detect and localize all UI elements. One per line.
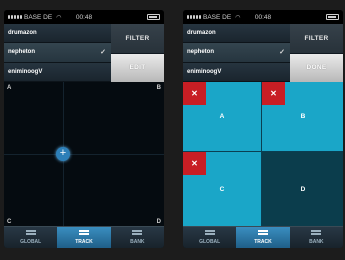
header-buttons: FILTER EDIT — [111, 24, 164, 82]
corner-label-c: C — [7, 219, 12, 225]
pad-c[interactable]: ✕ C — [183, 152, 261, 227]
checkmark-icon: ✓ — [100, 49, 106, 57]
edit-button[interactable]: EDIT — [111, 53, 164, 82]
preset-item-eniminoogv[interactable]: eniminoogV — [183, 62, 290, 82]
delete-pad-icon[interactable]: ✕ — [262, 82, 285, 105]
phone-screen-edit-pads: BASE DE ◠ 00:48 drumazon nepheton ✓ enim… — [183, 10, 343, 248]
preset-item-label: nepheton — [8, 49, 35, 56]
preset-item-nepheton[interactable]: nepheton ✓ — [183, 43, 290, 63]
track-tab-icon — [78, 230, 89, 238]
preset-item-eniminoogv[interactable]: eniminoogV — [4, 62, 111, 82]
global-tab-icon — [25, 230, 36, 238]
bank-tab-icon — [132, 230, 143, 238]
tab-label: GLOBAL — [20, 239, 42, 245]
pad-b[interactable]: ✕ B — [262, 82, 343, 151]
bank-tab-icon — [311, 230, 322, 238]
battery-icon — [147, 14, 160, 20]
xy-pad[interactable]: A B C D + — [4, 82, 164, 226]
xy-cursor-plus-icon[interactable]: + — [56, 147, 70, 161]
tab-track[interactable]: TRACK — [236, 227, 290, 248]
preset-list: drumazon nepheton ✓ eniminoogV — [4, 24, 111, 82]
tab-global[interactable]: GLOBAL — [4, 227, 57, 248]
pad-label: B — [300, 113, 306, 120]
tab-bank[interactable]: BANK — [111, 227, 164, 248]
pad-label: C — [219, 186, 225, 193]
pad-a[interactable]: ✕ A — [183, 82, 261, 151]
filter-button[interactable]: FILTER — [111, 24, 164, 54]
preset-item-drumazon[interactable]: drumazon — [4, 24, 111, 44]
corner-label-d: D — [156, 219, 161, 225]
done-button[interactable]: DONE — [290, 53, 343, 82]
status-bar: BASE DE ◠ 00:48 — [4, 10, 164, 24]
tab-global[interactable]: GLOBAL — [183, 227, 236, 248]
global-tab-icon — [204, 230, 215, 238]
track-tab-icon — [257, 230, 268, 238]
preset-header: drumazon nepheton ✓ eniminoogV FILTER DO… — [183, 24, 343, 82]
preset-item-drumazon[interactable]: drumazon — [183, 24, 290, 44]
xy-pad-horizontal-axis — [4, 154, 164, 155]
tab-bar: GLOBAL TRACK BANK — [4, 226, 164, 248]
preset-header: drumazon nepheton ✓ eniminoogV FILTER ED… — [4, 24, 164, 82]
tab-track[interactable]: TRACK — [57, 227, 111, 248]
preset-item-nepheton[interactable]: nepheton ✓ — [4, 43, 111, 63]
phone-screen-xy-pad: BASE DE ◠ 00:48 drumazon nepheton ✓ enim… — [4, 10, 164, 248]
delete-pad-icon[interactable]: ✕ — [183, 152, 206, 175]
header-buttons: FILTER DONE — [290, 24, 343, 82]
tab-label: GLOBAL — [199, 239, 221, 245]
filter-button[interactable]: FILTER — [290, 24, 343, 54]
checkmark-icon: ✓ — [279, 49, 285, 57]
tab-label: TRACK — [75, 239, 93, 245]
tab-label: BANK — [309, 239, 324, 245]
status-bar: BASE DE ◠ 00:48 — [183, 10, 343, 24]
battery-icon — [326, 14, 339, 20]
pad-grid: ✕ A ✕ B ✕ C D — [183, 82, 343, 227]
tab-label: BANK — [130, 239, 145, 245]
delete-pad-icon[interactable]: ✕ — [183, 82, 206, 105]
preset-item-label: nepheton — [187, 49, 214, 56]
status-time: 00:48 — [254, 13, 272, 21]
corner-label-a: A — [7, 85, 12, 91]
tab-label: TRACK — [254, 239, 272, 245]
preset-list: drumazon nepheton ✓ eniminoogV — [183, 24, 290, 82]
corner-label-b: B — [156, 85, 161, 91]
tab-bank[interactable]: BANK — [290, 227, 343, 248]
pad-label: D — [300, 186, 306, 193]
pad-d[interactable]: D — [262, 152, 343, 227]
tab-bar: GLOBAL TRACK BANK — [183, 226, 343, 248]
pad-label: A — [219, 113, 225, 120]
status-time: 00:48 — [75, 13, 93, 21]
